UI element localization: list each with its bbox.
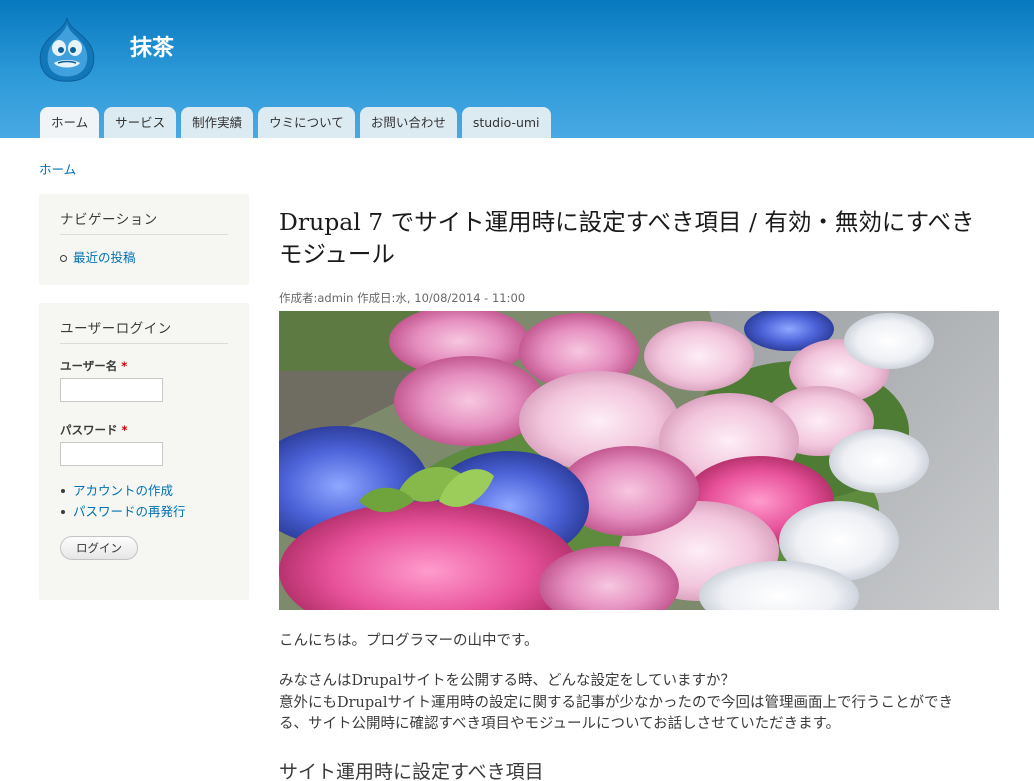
create-account-link[interactable]: アカウントの作成 bbox=[60, 480, 249, 501]
request-password-link[interactable]: パスワードの再発行 bbox=[60, 501, 249, 522]
login-button[interactable]: ログイン bbox=[60, 536, 138, 560]
article-submitted-info: 作成者:admin 作成日:水, 10/08/2014 - 11:00 bbox=[279, 291, 526, 305]
breadcrumb-home-link[interactable]: ホーム bbox=[39, 159, 76, 178]
user-login-block: ユーザーログイン ユーザー名 * パスワード * アカウントの作成 パスワードの… bbox=[39, 303, 249, 600]
site-header: 抹茶 ホーム サービス 制作実績 ウミについて お問い合わせ studio-um… bbox=[0, 0, 1034, 138]
article-paragraph-1: こんにちは。プログラマーの山中です。 bbox=[279, 633, 539, 649]
user-login-block-title: ユーザーログイン bbox=[60, 317, 228, 344]
username-input[interactable] bbox=[60, 378, 163, 402]
hydrangea-hero-image bbox=[279, 311, 999, 610]
password-label: パスワード * bbox=[60, 423, 128, 437]
navigation-block-title: ナビゲーション bbox=[60, 208, 228, 235]
main-menu-tab-home[interactable]: ホーム bbox=[40, 107, 100, 138]
main-menu-tab-services[interactable]: サービス bbox=[104, 107, 177, 138]
article-title[interactable]: Drupal 7 でサイト運用時に設定すべき項目 / 有効・無効にすべきモジュー… bbox=[279, 206, 979, 270]
required-mark: * bbox=[121, 359, 128, 373]
site-name[interactable]: 抹茶 bbox=[130, 30, 174, 62]
article-paragraph-2: みなさんはDrupalサイトを公開する時、どんな設定をしていますか？ bbox=[279, 673, 736, 689]
main-menu-tab-studio-umi[interactable]: studio-umi bbox=[461, 107, 551, 138]
article-paragraph-3: 意外にもDrupalサイト運用時の設定に関する記事が少なかったので今回は管理画面… bbox=[279, 695, 953, 732]
main-menu-tab-about[interactable]: ウミについて bbox=[258, 107, 355, 138]
article-subheading: サイト運用時に設定すべき項目 bbox=[279, 761, 544, 781]
username-label: ユーザー名 * bbox=[60, 359, 128, 373]
password-input[interactable] bbox=[60, 442, 163, 466]
navigation-list: 最近の投稿 bbox=[60, 247, 249, 268]
main-menu: ホーム サービス 制作実績 ウミについて お問い合わせ studio-umi bbox=[40, 107, 556, 138]
login-links-list: アカウントの作成 パスワードの再発行 bbox=[60, 480, 249, 522]
navigation-block: ナビゲーション 最近の投稿 bbox=[39, 194, 249, 285]
main-menu-tab-works[interactable]: 制作実績 bbox=[181, 107, 254, 138]
nav-link-recent-posts[interactable]: 最近の投稿 bbox=[60, 247, 249, 268]
required-mark: * bbox=[121, 423, 128, 437]
drupal-logo-icon[interactable] bbox=[36, 16, 98, 84]
main-menu-tab-contact[interactable]: お問い合わせ bbox=[359, 107, 457, 138]
